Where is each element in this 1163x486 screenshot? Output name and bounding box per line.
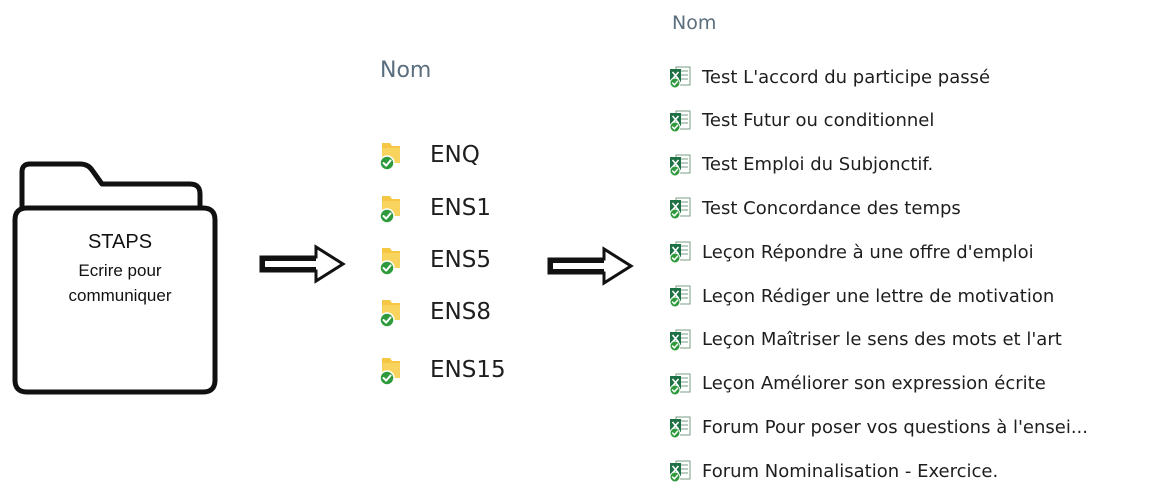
file-name: Leçon Répondre à une offre d'emploi xyxy=(702,241,1034,263)
file-name: Test Emploi du Subjonctif. xyxy=(702,154,934,176)
excel-file-synced-icon xyxy=(669,373,691,396)
excel-file-synced-icon xyxy=(669,416,691,439)
excel-file-synced-icon xyxy=(669,154,691,177)
file-name: Test Concordance des temps xyxy=(702,197,961,219)
folder-list-item[interactable]: ENS5 xyxy=(378,240,491,280)
file-list-item[interactable]: Leçon Améliorer son expression écrite xyxy=(668,369,1046,399)
file-list-item[interactable]: Forum Pour poser vos questions à l'ensei… xyxy=(668,412,1088,442)
excel-file-synced-icon xyxy=(669,460,691,483)
middle-column-header: Nom xyxy=(380,58,432,83)
file-name: Leçon Améliorer son expression écrite xyxy=(702,373,1046,395)
file-list-item[interactable]: Leçon Rédiger une lettre de motivation xyxy=(668,281,1054,311)
source-folder-subtitle-line2: communiquer xyxy=(68,286,172,305)
excel-file-synced-icon xyxy=(669,66,691,89)
source-folder-subtitle-line1: Ecrire pour xyxy=(78,261,162,280)
file-list-item[interactable]: Test Emploi du Subjonctif. xyxy=(668,150,933,180)
file-name: Leçon Maîtriser le sens des mots et l'ar… xyxy=(702,329,1062,351)
folder-synced-icon xyxy=(379,196,400,224)
file-list-item[interactable]: Test L'accord du participe passé xyxy=(668,62,990,92)
right-column-header: Nom xyxy=(672,12,717,34)
folder-name: ENS1 xyxy=(430,195,491,221)
arrow-right-icon xyxy=(259,244,346,284)
source-folder-title: STAPS xyxy=(87,231,153,253)
file-list-item[interactable]: Forum Nominalisation - Exercice. xyxy=(668,456,998,486)
file-list-item[interactable]: Leçon Répondre à une offre d'emploi xyxy=(668,237,1034,267)
folder-synced-icon xyxy=(379,300,400,328)
file-list-item[interactable]: Leçon Maîtriser le sens des mots et l'ar… xyxy=(668,325,1062,355)
folder-list-item[interactable]: ENS8 xyxy=(378,292,491,332)
file-name: Leçon Rédiger une lettre de motivation xyxy=(702,285,1055,307)
excel-file-synced-icon xyxy=(669,329,691,352)
file-name: Forum Pour poser vos questions à l'ensei… xyxy=(702,416,1088,438)
folder-synced-icon xyxy=(379,358,400,386)
folder-name: ENS15 xyxy=(430,357,506,383)
folder-name: ENS5 xyxy=(430,247,491,273)
arrow-right-icon xyxy=(547,246,634,286)
excel-file-synced-icon xyxy=(669,197,691,220)
folder-list-item[interactable]: ENQ xyxy=(378,135,480,175)
folder-list-item[interactable]: ENS15 xyxy=(378,350,506,390)
folder-name: ENS8 xyxy=(430,299,491,325)
excel-file-synced-icon xyxy=(669,110,691,133)
excel-file-synced-icon xyxy=(669,285,691,308)
folder-list-item[interactable]: ENS1 xyxy=(378,188,491,228)
folder-synced-icon xyxy=(379,248,400,276)
source-folder[interactable]: STAPS Ecrire pour communiquer xyxy=(10,158,220,398)
file-name: Forum Nominalisation - Exercice. xyxy=(702,460,999,482)
folder-synced-icon xyxy=(379,143,400,171)
folder-name: ENQ xyxy=(430,142,480,168)
excel-file-synced-icon xyxy=(669,241,691,264)
file-list-item[interactable]: Test Futur ou conditionnel xyxy=(668,106,934,136)
file-list-item[interactable]: Test Concordance des temps xyxy=(668,193,961,223)
file-name: Test Futur ou conditionnel xyxy=(702,110,935,132)
file-name: Test L'accord du participe passé xyxy=(702,66,991,88)
